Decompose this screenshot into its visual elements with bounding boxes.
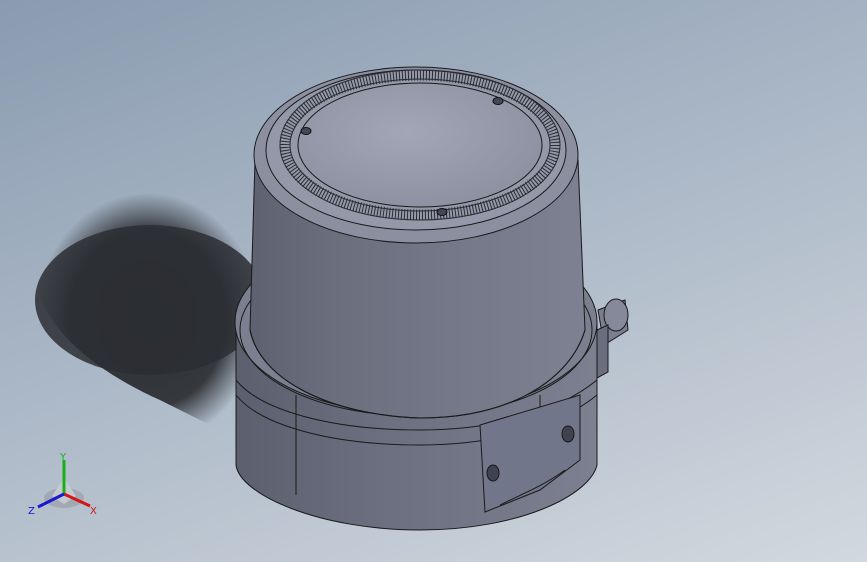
3d-model-scene[interactable] <box>0 0 867 562</box>
top-face[interactable] <box>253 66 579 244</box>
graphics-viewport[interactable]: Y X Z <box>0 0 867 562</box>
x-axis-label: X <box>90 506 97 517</box>
z-axis-label: Z <box>28 506 35 517</box>
ground-shadow-core <box>35 225 265 375</box>
y-axis-label: Y <box>59 452 67 463</box>
axis-triad: Y X Z <box>28 452 97 517</box>
